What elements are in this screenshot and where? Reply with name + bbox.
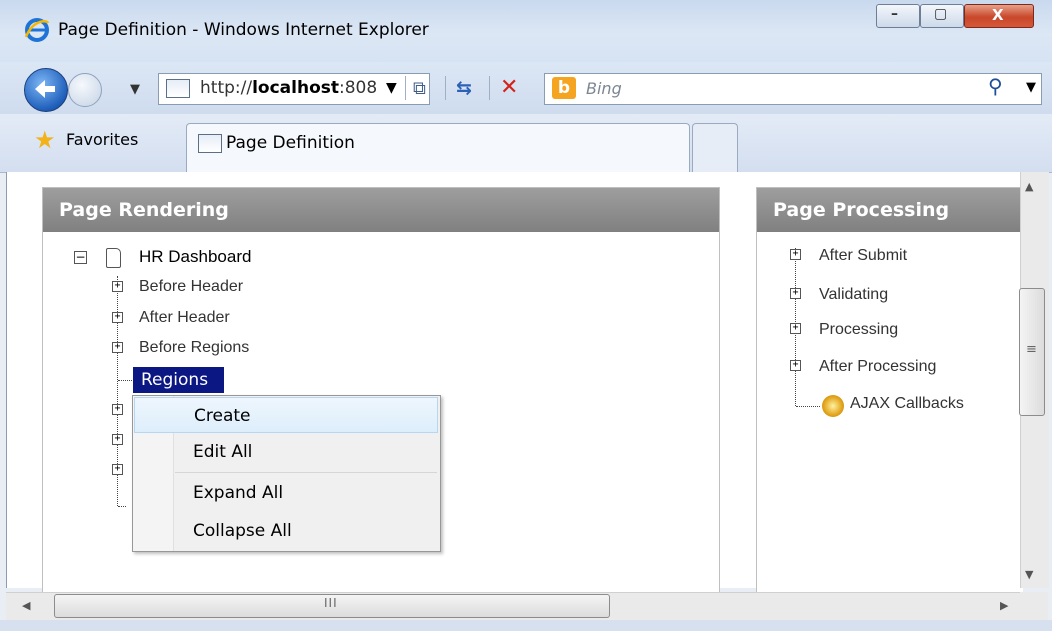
menu-item-label: Collapse All [193,521,292,541]
favorites-button[interactable]: Favorites [66,130,138,149]
tree-line [118,380,132,381]
tree-item-processing[interactable]: Processing [819,321,898,339]
menu-item-label: Create [194,406,251,426]
scroll-left-icon[interactable]: ◀ [22,599,30,612]
context-menu: Create Edit All Expand All Collapse All [132,395,441,552]
address-host: localhost [252,78,340,98]
back-arrow-icon [35,80,55,98]
bing-logo-icon: b [552,77,576,99]
panel-title: Page Processing [757,188,1023,232]
expand-icon[interactable]: + [790,249,801,260]
scroll-right-icon[interactable]: ▶ [1000,599,1008,612]
expand-icon[interactable]: + [112,312,123,323]
menu-item-label: Expand All [193,483,284,503]
tree-root-hr-dashboard[interactable]: HR Dashboard [139,247,251,267]
close-button[interactable]: X [964,4,1034,28]
minimize-button[interactable]: – [876,4,920,28]
menu-item-label: Edit All [193,442,253,462]
maximize-button[interactable]: ▢ [920,4,964,28]
expand-icon[interactable]: + [790,360,801,371]
expand-icon[interactable]: + [112,281,123,292]
tree-item-validating[interactable]: Validating [819,286,888,304]
scroll-grip-icon: ≡ [1026,342,1037,357]
scroll-grip-icon: III [324,596,338,610]
search-dropdown-icon[interactable]: ▼ [1026,80,1036,95]
toolbar-separator [445,76,446,100]
ie-logo-icon [24,17,50,43]
close-icon: X [992,6,1004,24]
expand-icon[interactable]: + [112,464,123,475]
status-bar [0,620,1052,631]
search-icon[interactable]: ⚲ [988,74,1003,98]
tree-item-ajax-callbacks[interactable]: AJAX Callbacks [850,395,964,413]
expand-icon[interactable]: + [790,323,801,334]
menu-item-collapse-all[interactable]: Collapse All [134,513,438,549]
address-port: :808 [339,78,378,98]
menu-item-expand-all[interactable]: Expand All [134,475,438,511]
address-dropdown-icon[interactable]: ▼ [386,80,397,96]
tree-line [118,506,126,507]
toolbar-separator [405,76,406,100]
scroll-down-icon[interactable]: ▼ [1025,568,1033,581]
tree-item-after-processing[interactable]: After Processing [819,358,936,376]
star-icon: ★ [34,126,56,154]
window-title: Page Definition - Windows Internet Explo… [58,20,429,40]
minimize-icon: – [891,6,898,22]
tab-label: Page Definition [226,133,355,153]
address-text[interactable]: http://localhost:808 [200,78,384,98]
gear-icon [822,395,844,417]
toolbar-separator [489,76,490,100]
refresh-icon[interactable]: ⇆ [456,77,472,99]
search-input[interactable]: Bing [586,79,622,98]
new-tab-button[interactable] [692,123,738,172]
forward-button[interactable] [68,73,102,107]
tree-item-after-header[interactable]: After Header [139,309,230,327]
scrollbar-corner [1020,592,1048,620]
page-icon [166,79,190,98]
tree-item-regions-selected[interactable]: Regions [133,367,224,393]
history-dropdown-icon[interactable]: ▼ [130,82,140,97]
menu-item-edit-all[interactable]: Edit All [134,434,438,470]
page-icon [106,248,121,268]
compatibility-view-icon[interactable]: ⧉ [413,78,426,99]
expand-icon[interactable]: + [112,434,123,445]
expand-icon[interactable]: + [790,288,801,299]
scroll-up-icon[interactable]: ▲ [1025,180,1033,193]
menu-item-create[interactable]: Create [134,397,438,433]
stop-icon[interactable]: ✕ [500,75,518,100]
tree-line [796,406,820,407]
back-button[interactable] [24,68,68,112]
page-icon [198,134,222,153]
maximize-icon: ▢ [934,6,948,22]
address-prefix: http:// [200,78,253,98]
expand-icon[interactable]: + [112,404,123,415]
menu-separator [175,472,437,473]
tree-item-before-regions[interactable]: Before Regions [139,339,249,357]
tree-item-before-header[interactable]: Before Header [139,278,243,296]
collapse-icon[interactable]: − [74,251,87,264]
panel-title: Page Rendering [43,188,719,232]
tree-item-after-submit[interactable]: After Submit [819,247,907,265]
expand-icon[interactable]: + [112,342,123,353]
